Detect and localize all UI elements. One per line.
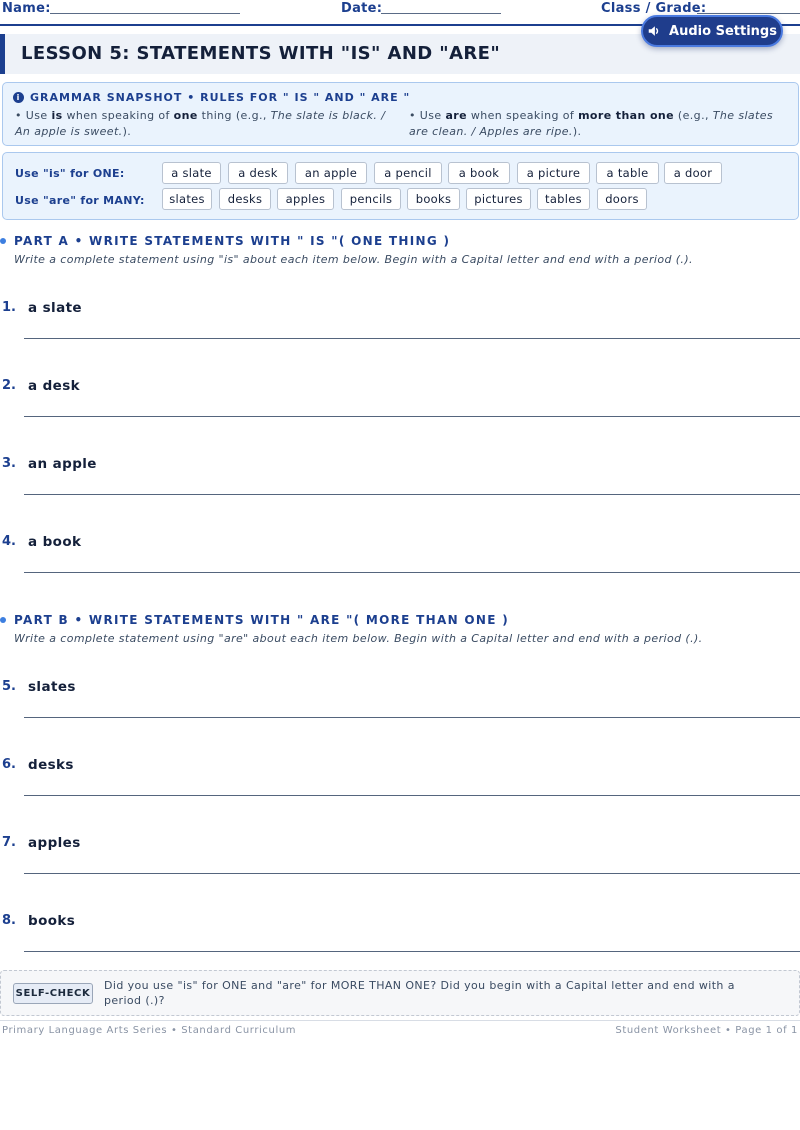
question-number: 3.	[2, 456, 16, 471]
audio-settings-button[interactable]: Audio Settings	[641, 15, 783, 47]
word-chip-plural[interactable]: apples	[277, 188, 334, 210]
word-chip-singular[interactable]: a table	[596, 162, 659, 184]
part-b-instruction: Write a complete statement using "are" a…	[14, 632, 703, 645]
word-chip-plural[interactable]: tables	[537, 188, 590, 210]
name-line[interactable]	[50, 13, 240, 14]
self-check-badge: SELF-CHECK	[13, 983, 93, 1004]
answer-line[interactable]	[24, 795, 800, 796]
question-4: 4. a book	[2, 534, 800, 594]
question-7: 7. apples	[2, 835, 800, 895]
part-a-heading: PART A • WRITE STATEMENTS WITH " IS "( O…	[0, 234, 450, 248]
question-1: 1. a slate	[2, 300, 800, 360]
word-chip-singular[interactable]: a desk	[228, 162, 288, 184]
part-a-heading-text: PART A • WRITE STATEMENTS WITH " IS "( O…	[14, 234, 451, 248]
question-8: 8. books	[2, 913, 800, 973]
rule-are: • Use are when speaking of more than one…	[409, 109, 774, 138]
answer-line[interactable]	[24, 873, 800, 874]
answer-line[interactable]	[24, 572, 800, 573]
word-chip-singular[interactable]: a book	[448, 162, 510, 184]
question-word: books	[28, 913, 76, 929]
word-chip-plural[interactable]: desks	[219, 188, 271, 210]
name-label: Name:	[2, 1, 51, 16]
word-chip-plural[interactable]: doors	[597, 188, 647, 210]
bullet-dot-icon	[0, 238, 6, 244]
question-6: 6. desks	[2, 757, 800, 817]
question-number: 5.	[2, 679, 16, 694]
question-word: slates	[28, 679, 76, 695]
answer-line[interactable]	[24, 416, 800, 417]
word-chip-plural[interactable]: books	[407, 188, 460, 210]
word-chip-singular[interactable]: an apple	[295, 162, 367, 184]
question-number: 6.	[2, 757, 16, 772]
date-label: Date:	[341, 1, 383, 16]
answer-line[interactable]	[24, 717, 800, 718]
date-line[interactable]	[381, 13, 501, 14]
footer-divider	[0, 1020, 800, 1021]
snapshot-heading: i GRAMMAR SNAPSHOT • RULES FOR " IS " AN…	[13, 91, 410, 104]
answer-line[interactable]	[24, 494, 800, 495]
part-b-heading-text: PART B • WRITE STATEMENTS WITH " ARE "( …	[14, 613, 509, 627]
answer-line[interactable]	[24, 951, 800, 952]
class-grade-label: Class / Grade:	[601, 1, 707, 16]
word-chip-plural[interactable]: slates	[162, 188, 212, 210]
word-chip-singular[interactable]: a pencil	[374, 162, 442, 184]
question-5: 5. slates	[2, 679, 800, 739]
question-word: a slate	[28, 300, 82, 316]
question-word: apples	[28, 835, 81, 851]
part-b-heading: PART B • WRITE STATEMENTS WITH " ARE "( …	[0, 613, 509, 627]
question-word: an apple	[28, 456, 97, 472]
footer-page-info: Student Worksheet • Page 1 of 1	[615, 1025, 798, 1036]
question-3: 3. an apple	[2, 456, 800, 516]
word-bank-are-label: Use "are" for MANY:	[15, 194, 145, 207]
question-2: 2. a desk	[2, 378, 800, 438]
word-chip-singular[interactable]: a picture	[517, 162, 590, 184]
bullet-dot-icon	[0, 617, 6, 623]
word-chip-plural[interactable]: pencils	[341, 188, 401, 210]
word-chip-singular[interactable]: a slate	[162, 162, 221, 184]
question-number: 2.	[2, 378, 16, 393]
question-number: 8.	[2, 913, 16, 928]
word-bank-is-label: Use "is" for ONE:	[15, 167, 125, 180]
grammar-snapshot-panel: i GRAMMAR SNAPSHOT • RULES FOR " IS " AN…	[2, 82, 799, 146]
question-word: desks	[28, 757, 74, 773]
class-grade-line[interactable]	[697, 13, 800, 14]
question-number: 4.	[2, 534, 16, 549]
question-word: a desk	[28, 378, 81, 394]
word-bank-panel: Use "is" for ONE: Use "are" for MANY: a …	[2, 152, 799, 220]
self-check-text: Did you use "is" for ONE and "are" for M…	[104, 979, 735, 1007]
question-number: 1.	[2, 300, 16, 315]
snapshot-heading-text: GRAMMAR SNAPSHOT • RULES FOR " IS " AND …	[30, 91, 411, 104]
question-word: a book	[28, 534, 82, 550]
part-a-instruction: Write a complete statement using "is" ab…	[14, 253, 693, 266]
info-icon: i	[13, 92, 24, 103]
self-check-panel: SELF-CHECK Did you use "is" for ONE and …	[0, 970, 800, 1016]
answer-line[interactable]	[24, 338, 800, 339]
rule-is: • Use is when speaking of one thing (e.g…	[15, 109, 386, 138]
speaker-icon	[648, 26, 659, 36]
question-number: 7.	[2, 835, 16, 850]
audio-settings-label: Audio Settings	[669, 23, 777, 39]
word-chip-singular[interactable]: a door	[664, 162, 722, 184]
footer-series: Primary Language Arts Series • Standard …	[2, 1025, 297, 1036]
word-chip-plural[interactable]: pictures	[466, 188, 531, 210]
page-title: LESSON 5: STATEMENTS WITH "IS" AND "ARE"	[21, 43, 501, 64]
